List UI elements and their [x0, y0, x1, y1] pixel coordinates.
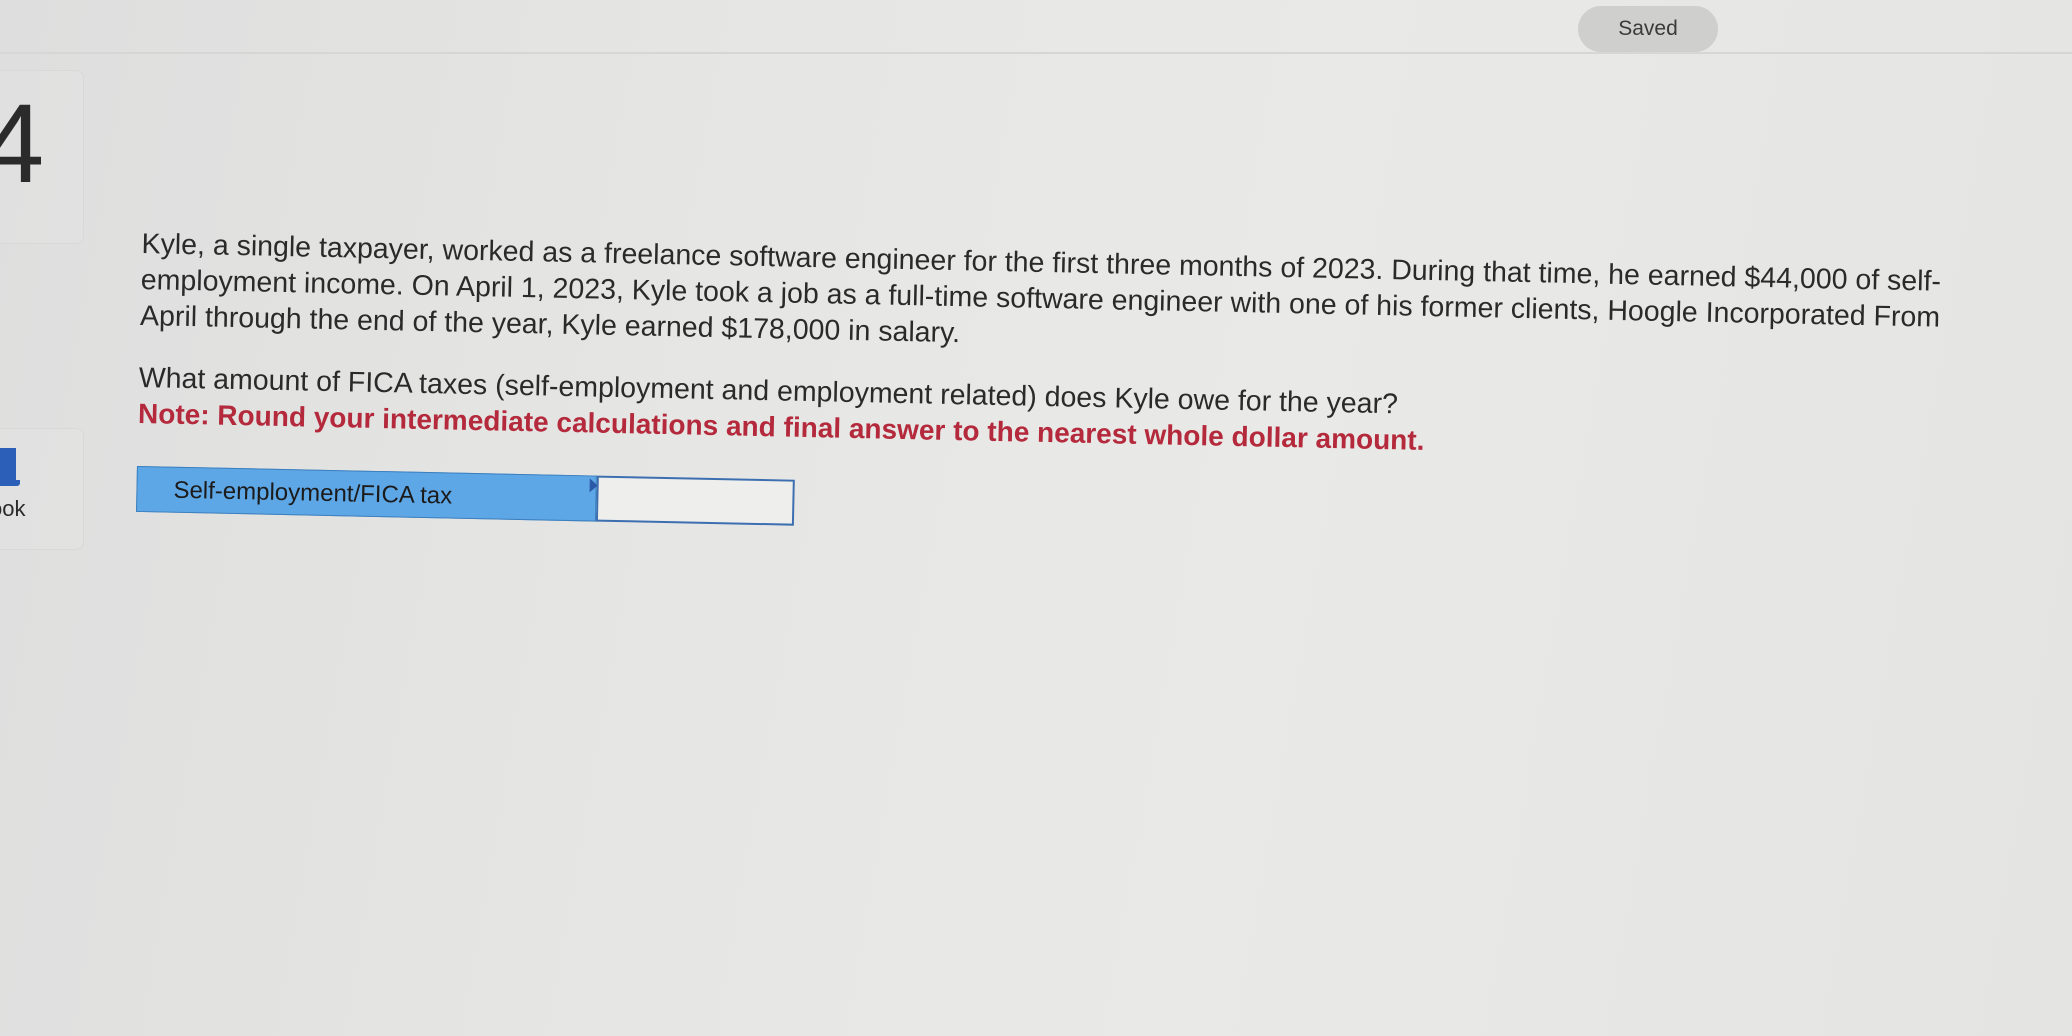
ebook-card[interactable]: [0, 428, 84, 550]
answer-label-cell: Self-employment/FICA tax: [136, 465, 598, 522]
ebook-label[interactable]: ook: [0, 496, 25, 522]
book-icon[interactable]: [0, 448, 22, 488]
question-content: Kyle, a single taxpayer, worked as a fre…: [136, 226, 1992, 553]
problem-statement: Kyle, a single taxpayer, worked as a fre…: [139, 227, 1942, 350]
answer-table-row: Self-employment/FICA tax: [136, 465, 797, 528]
question-number: 4: [0, 81, 45, 206]
answer-label: Self-employment/FICA tax: [173, 476, 453, 510]
fica-tax-answer-input[interactable]: [595, 475, 795, 526]
header-divider: [0, 52, 2072, 54]
saved-status-badge: Saved: [1578, 6, 1718, 52]
cell-marker-icon: [589, 478, 598, 493]
